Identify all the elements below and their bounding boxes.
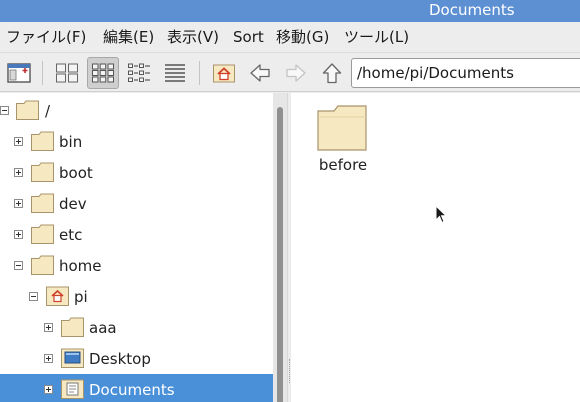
tree-item-etc[interactable]: etc (0, 219, 273, 250)
icon-view-button[interactable] (51, 57, 83, 89)
tree-item-root[interactable]: / (0, 95, 273, 126)
tree-item-label: aaa (89, 319, 117, 337)
toolbar (0, 54, 580, 92)
tree-item-aaa[interactable]: aaa (0, 312, 273, 343)
compact-view-icon (128, 63, 150, 82)
home-button[interactable] (208, 57, 240, 89)
expand-icon[interactable] (14, 230, 23, 239)
toggle-sidepane-icon (7, 63, 31, 83)
tree-item-label: Documents (89, 381, 175, 399)
folder-icon (317, 105, 367, 151)
detailed-list-view-button[interactable] (159, 57, 191, 89)
forward-button[interactable] (280, 57, 312, 89)
folder-icon (61, 317, 84, 337)
home-icon (213, 64, 235, 83)
mouse-cursor-icon (435, 205, 447, 224)
expand-icon[interactable] (14, 199, 23, 208)
tree-item-bin[interactable]: bin (0, 126, 273, 157)
title-bar: Documents (0, 0, 580, 22)
menu-bar: ファイル(F) 編集(E) 表示(V) Sort 移動(G) ツール(L) (0, 22, 580, 53)
thumbnail-view-icon (92, 63, 114, 83)
menu-sort[interactable]: Sort (233, 27, 264, 47)
tree-item-label: bin (59, 133, 83, 151)
file-item-label: before (318, 156, 368, 174)
divider-grip-icon (289, 359, 290, 383)
icon-view-icon (56, 63, 78, 83)
tree-item-label: / (45, 102, 51, 120)
tree-scrollbar[interactable] (273, 93, 287, 402)
compact-view-button[interactable] (123, 57, 155, 89)
tree-item-label: etc (59, 226, 83, 244)
back-button[interactable] (244, 57, 276, 89)
back-arrow-icon (250, 64, 270, 82)
folder-icon (31, 193, 54, 213)
tree-item-label: boot (59, 164, 93, 182)
folder-icon (31, 255, 54, 275)
tree-item-boot[interactable]: boot (0, 157, 273, 188)
expand-icon[interactable] (14, 168, 23, 177)
menu-view[interactable]: 表示(V) (167, 27, 219, 47)
menu-edit[interactable]: 編集(E) (103, 27, 154, 47)
folder-icon (31, 224, 54, 244)
menu-file[interactable]: ファイル(F) (6, 27, 86, 47)
detailed-list-view-icon (165, 64, 185, 82)
thumbnail-view-button[interactable] (87, 57, 119, 89)
expand-icon[interactable] (14, 137, 23, 146)
tree-item-documents[interactable]: Documents (0, 374, 273, 402)
menu-go[interactable]: 移動(G) (276, 27, 329, 47)
folder-icon (16, 100, 39, 120)
expand-icon[interactable] (44, 354, 53, 363)
menu-tools[interactable]: ツール(L) (344, 27, 409, 47)
up-button[interactable] (316, 57, 348, 89)
tree-item-desktop[interactable]: Desktop (0, 343, 273, 374)
file-view[interactable]: before (291, 93, 580, 402)
up-arrow-icon (322, 63, 342, 84)
tree-item-label: dev (59, 195, 87, 213)
tree-item-label: pi (74, 288, 88, 306)
toggle-sidepane-button[interactable] (3, 57, 35, 89)
tree-item-label: Desktop (89, 350, 151, 368)
tree-item-label: home (59, 257, 102, 275)
window-title: Documents (429, 1, 515, 19)
home-folder-icon (46, 286, 69, 306)
file-item-before[interactable]: before (313, 101, 373, 177)
collapse-icon[interactable] (0, 106, 9, 115)
expand-icon[interactable] (44, 323, 53, 332)
desktop-folder-icon (61, 348, 84, 368)
toolbar-separator (42, 61, 43, 85)
collapse-icon[interactable] (29, 292, 38, 301)
expand-icon[interactable] (44, 385, 53, 394)
scrollbar-thumb[interactable] (277, 107, 283, 402)
documents-folder-icon (61, 379, 84, 399)
forward-arrow-icon (286, 64, 306, 82)
toolbar-separator (199, 61, 200, 85)
folder-icon (31, 131, 54, 151)
tree-item-home[interactable]: home (0, 250, 273, 281)
tree-item-dev[interactable]: dev (0, 188, 273, 219)
directory-tree: / bin boot dev etc home pi aaa Desktop D… (0, 93, 273, 402)
tree-item-pi[interactable]: pi (0, 281, 273, 312)
folder-icon (31, 162, 54, 182)
collapse-icon[interactable] (14, 261, 23, 270)
path-input[interactable] (351, 58, 580, 88)
